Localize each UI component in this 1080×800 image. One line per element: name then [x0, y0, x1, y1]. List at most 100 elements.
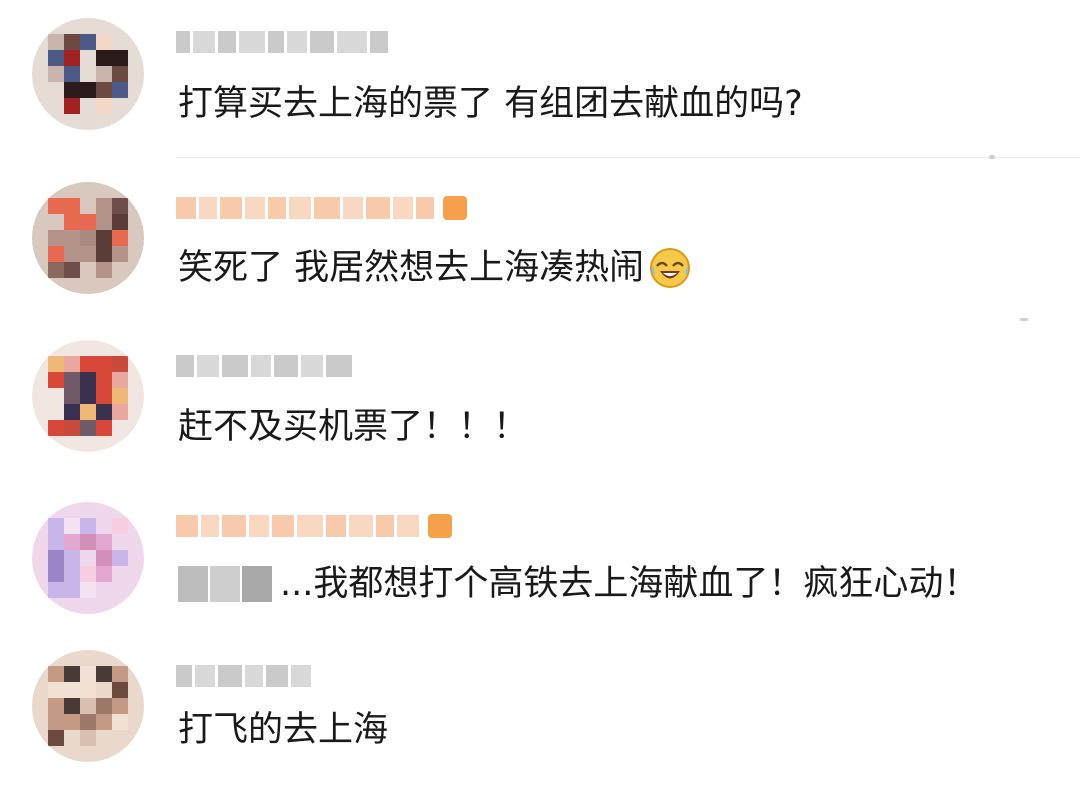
avatar-mosaic-tile [112, 230, 129, 247]
avatar-mosaic-tile [64, 598, 81, 614]
avatar-mosaic-tile [96, 214, 113, 231]
username-blurred[interactable] [176, 28, 391, 56]
avatar-mosaic-tile [32, 502, 49, 519]
username-blurred[interactable] [176, 352, 355, 380]
divider-dot [989, 155, 995, 159]
username-blur-block [176, 515, 198, 537]
avatar-mosaic-tile [64, 698, 81, 715]
avatar-mosaic-tile [64, 404, 81, 421]
avatar[interactable] [32, 502, 144, 614]
avatar-mosaic-tile [80, 356, 97, 373]
avatar-mosaic-tile [80, 404, 97, 421]
avatar-mosaic-tile [112, 404, 129, 421]
avatar-mosaic-tile [96, 356, 113, 373]
avatar-mosaic-tile [64, 114, 81, 130]
avatar-mosaic-tile [128, 566, 144, 583]
avatar-mosaic-tile [112, 246, 129, 263]
mention-blurred[interactable] [178, 566, 274, 602]
avatar-mosaic-tile [112, 550, 129, 567]
avatar-mosaic-tile [48, 98, 65, 115]
avatar-mosaic-tile [112, 502, 129, 519]
avatar-mosaic-tile [128, 262, 144, 279]
avatar-mosaic-tile [128, 198, 144, 215]
avatar-mosaic-tile [80, 50, 97, 67]
avatar[interactable] [32, 340, 144, 452]
avatar-mosaic-tile [32, 534, 49, 551]
username-blur-block [245, 665, 263, 687]
avatar-mosaic-tile [32, 698, 49, 715]
avatar-mosaic-tile [48, 388, 65, 405]
avatar-mosaic-tile [128, 114, 144, 130]
username-blur-block [176, 31, 190, 53]
avatar-mosaic-tile [48, 404, 65, 421]
comment-text: 打飞的去上海 [178, 708, 388, 752]
username-blur-block [416, 197, 434, 219]
avatar-mosaic-tile [112, 598, 129, 614]
username-blur-block [310, 31, 334, 53]
avatar-mosaic-tile [48, 356, 65, 373]
avatar-mosaic-tile [32, 404, 49, 421]
avatar-mosaic-tile [32, 388, 49, 405]
avatar-mosaic-tile [80, 666, 97, 683]
avatar-mosaic-tile [112, 420, 129, 437]
avatar-mosaic-tile [80, 502, 97, 519]
divider-dot [1020, 318, 1028, 321]
comment-text: 赶不及买机票了！！！ [178, 405, 528, 449]
avatar-mosaic-tile [128, 246, 144, 263]
avatar-mosaic-tile [112, 98, 129, 115]
avatar[interactable] [32, 18, 144, 130]
avatar-mosaic-tile [32, 582, 49, 599]
username-blurred[interactable] [176, 512, 452, 540]
avatar-mosaic-tile [112, 356, 129, 373]
avatar-mosaic-tile [128, 278, 144, 294]
avatar-mosaic-tile [128, 518, 144, 535]
avatar-mosaic-tile [64, 730, 81, 747]
avatar-mosaic-tile [128, 714, 144, 731]
avatar-mosaic-tile [48, 372, 65, 389]
avatar-mosaic-tile [112, 388, 129, 405]
avatar-mosaic-tile [128, 356, 144, 373]
avatar-mosaic-tile [128, 746, 144, 762]
avatar-mosaic-tile [96, 518, 113, 535]
avatar-mosaic-tile [64, 550, 81, 567]
username-blurred[interactable] [176, 194, 467, 222]
avatar-mosaic-tile [112, 582, 129, 599]
avatar-mosaic-tile [80, 230, 97, 247]
avatar-mosaic-tile [80, 582, 97, 599]
avatar-mosaic-tile [80, 98, 97, 115]
avatar-mosaic-tile [128, 230, 144, 247]
avatar-mosaic-tile [80, 214, 97, 231]
avatar-mosaic-tile [48, 730, 65, 747]
avatar[interactable] [32, 650, 144, 762]
avatar-mosaic-tile [96, 404, 113, 421]
avatar-mosaic-tile [64, 372, 81, 389]
avatar-mosaic-tile [32, 246, 49, 263]
divider [176, 157, 1080, 158]
avatar[interactable] [32, 182, 144, 294]
avatar-mosaic-tile [128, 420, 144, 437]
avatar-mosaic-tile [96, 550, 113, 567]
avatar-mosaic-tile [96, 420, 113, 437]
avatar-mosaic-tile [64, 50, 81, 67]
avatar-mosaic-tile [64, 436, 81, 452]
avatar-mosaic-tile [80, 34, 97, 51]
avatar-mosaic-tile [64, 198, 81, 215]
avatar-mosaic-tile [64, 82, 81, 99]
username-blur-block [274, 355, 298, 377]
avatar-mosaic-tile [80, 730, 97, 747]
avatar-mosaic-tile [96, 50, 113, 67]
username-blur-block [393, 197, 413, 219]
avatar-mosaic-tile [48, 746, 65, 762]
avatar-mosaic-tile [80, 182, 97, 199]
avatar-mosaic-tile [80, 566, 97, 583]
username-blurred[interactable] [176, 662, 314, 690]
avatar-mosaic-tile [32, 550, 49, 567]
avatar-mosaic-tile [96, 198, 113, 215]
username-blur-block [266, 665, 288, 687]
avatar-mosaic-tile [80, 598, 97, 614]
avatar-mosaic-tile [64, 666, 81, 683]
avatar-mosaic-tile [96, 730, 113, 747]
avatar-mosaic-tile [48, 582, 65, 599]
comment-text-content: 打算买去上海的票了 有组团去献血的吗? [178, 84, 803, 124]
avatar-mosaic-tile [80, 550, 97, 567]
